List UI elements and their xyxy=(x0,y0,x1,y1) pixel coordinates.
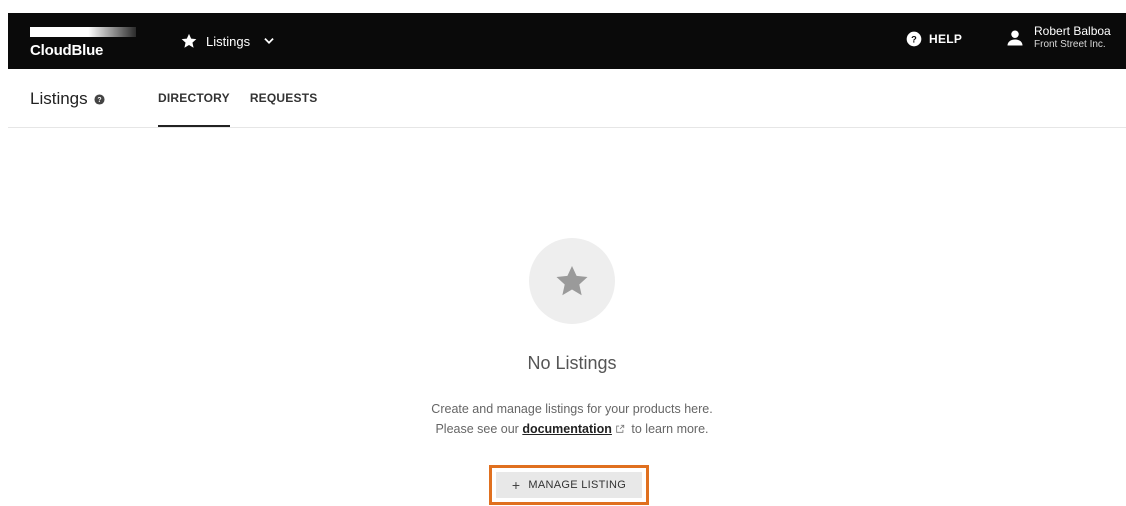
user-organization: Front Street Inc. xyxy=(1034,39,1106,50)
module-switcher[interactable]: Listings xyxy=(180,29,276,53)
empty-state-title: No Listings xyxy=(527,353,617,373)
help-circle-icon[interactable]: ? xyxy=(94,93,105,105)
empty-state: No Listings Create and manage listings f… xyxy=(0,127,1126,506)
brand-name: CloudBlue xyxy=(30,42,104,59)
page-title: Listings ? xyxy=(30,89,105,109)
empty-state-line-2: Please see our documentation to learn mo… xyxy=(0,419,1126,439)
star-icon xyxy=(556,265,588,296)
manage-listing-button[interactable]: + MANAGE LISTING xyxy=(496,472,642,498)
help-button[interactable]: ? HELP xyxy=(906,31,962,47)
star-icon xyxy=(181,33,197,48)
line-2-suffix: to learn more. xyxy=(631,422,709,436)
user-menu[interactable]: Robert Balboa Front Street Inc. xyxy=(1006,25,1111,51)
empty-state-illustration xyxy=(529,238,615,324)
chevron-down-icon xyxy=(264,38,274,44)
manage-listing-highlight: + MANAGE LISTING xyxy=(489,465,649,505)
user-names: Robert Balboa Front Street Inc. xyxy=(1034,25,1111,51)
empty-state-line-1: Create and manage listings for your prod… xyxy=(431,402,713,416)
top-navigation-bar: CloudBlue Listings ? HELP Robert Balboa … xyxy=(8,13,1126,69)
plus-icon: + xyxy=(511,477,521,493)
svg-text:?: ? xyxy=(911,34,917,44)
help-icon: ? xyxy=(906,31,922,47)
empty-state-description: Create and manage listings for your prod… xyxy=(0,399,1126,439)
tab-directory[interactable]: DIRECTORY xyxy=(158,69,230,127)
line-2-prefix: Please see our xyxy=(435,422,519,436)
help-label: HELP xyxy=(929,32,963,46)
tab-requests[interactable]: REQUESTS xyxy=(250,69,318,127)
manage-listing-label: MANAGE LISTING xyxy=(528,479,627,491)
logo-gradient-bar xyxy=(30,27,136,37)
page-header: Listings ? DIRECTORY REQUESTS xyxy=(8,69,1126,128)
external-link-icon xyxy=(616,424,625,433)
svg-text:?: ? xyxy=(97,96,101,103)
user-name: Robert Balboa xyxy=(1034,24,1111,38)
module-label: Listings xyxy=(206,33,251,49)
cloudblue-logo[interactable]: CloudBlue xyxy=(30,27,140,59)
documentation-link[interactable]: documentation xyxy=(522,422,612,436)
user-icon xyxy=(1007,30,1023,46)
page-title-text: Listings xyxy=(30,89,88,108)
tabs: DIRECTORY REQUESTS xyxy=(158,69,317,127)
